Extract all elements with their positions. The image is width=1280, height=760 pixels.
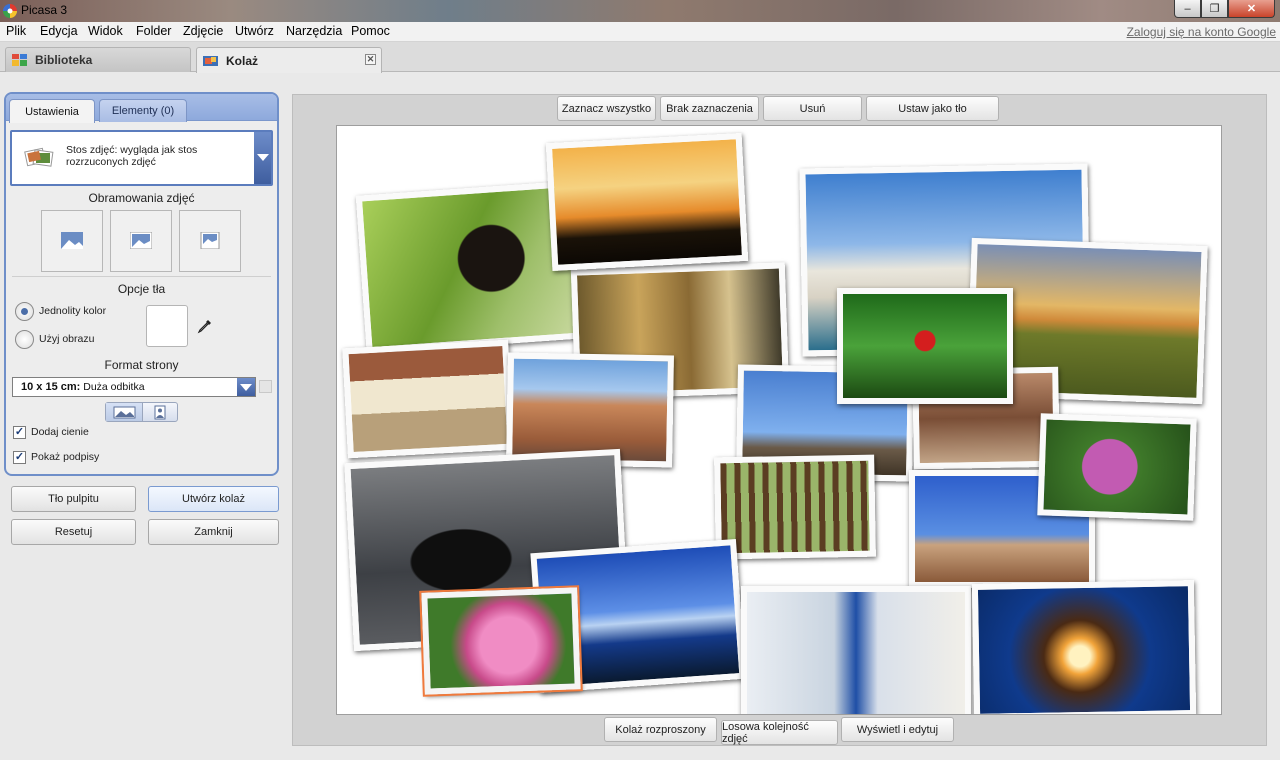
google-login-link[interactable]: Zaloguj się na konto Google bbox=[1127, 25, 1276, 39]
picasa-logo-icon bbox=[3, 4, 17, 18]
menu-picture[interactable]: Zdjęcie bbox=[183, 24, 223, 38]
reset-button[interactable]: Resetuj bbox=[11, 519, 136, 545]
window-title: Picasa 3 bbox=[21, 3, 68, 17]
format-name: Duża odbitka bbox=[83, 381, 145, 393]
show-captions-label: Pokaż podpisy bbox=[31, 451, 100, 463]
format-size: 10 x 15 cm: bbox=[21, 381, 81, 393]
photo-blue-lantern[interactable] bbox=[741, 586, 971, 714]
radio-use-image[interactable] bbox=[15, 330, 34, 349]
tab-library[interactable]: Biblioteka bbox=[5, 47, 191, 72]
tab-elements[interactable]: Elementy (0) bbox=[99, 99, 187, 122]
tab-collage-label: Kolaż bbox=[226, 53, 259, 68]
landscape-button[interactable] bbox=[106, 403, 143, 421]
collage-settings-panel: Ustawienia Elementy (0) Stos zdjęć: wygl… bbox=[4, 92, 279, 476]
menu-help[interactable]: Pomoc bbox=[351, 24, 390, 38]
menu-tools[interactable]: Narzędzia bbox=[286, 24, 342, 38]
menu-view[interactable]: Widok bbox=[88, 24, 123, 38]
set-as-background-button[interactable]: Ustaw jako tło bbox=[866, 96, 999, 121]
menu-folder[interactable]: Folder bbox=[136, 24, 171, 38]
remove-button[interactable]: Usuń bbox=[763, 96, 862, 121]
format-options-icon[interactable] bbox=[259, 380, 272, 393]
menu-file[interactable]: Plik bbox=[6, 24, 26, 38]
photo-red-berries[interactable] bbox=[837, 288, 1013, 404]
maximize-button[interactable]: ❐ bbox=[1201, 0, 1228, 18]
eyedropper-icon[interactable] bbox=[197, 318, 213, 334]
collage-style-value: Stos zdjęć: wygląda jak stos rozrzuconyc… bbox=[66, 144, 198, 168]
menu-edit[interactable]: Edycja bbox=[40, 24, 78, 38]
photo-hydrangea-purple[interactable] bbox=[1037, 413, 1197, 521]
radio-solid-color-label: Jednolity kolor bbox=[39, 305, 107, 317]
app-tabs: Biblioteka Kolaż ✕ bbox=[0, 42, 1280, 73]
chevron-down-icon[interactable] bbox=[254, 132, 271, 184]
tab-library-label: Biblioteka bbox=[35, 53, 93, 67]
background-color-swatch[interactable] bbox=[146, 305, 188, 347]
radio-use-image-label: Użyj obrazu bbox=[39, 333, 95, 345]
panel-tab-bar: Ustawienia Elementy (0) bbox=[6, 94, 277, 123]
photo-pile-icon bbox=[24, 147, 54, 167]
tab-settings[interactable]: Ustawienia bbox=[9, 99, 95, 123]
shuffle-photos-button[interactable]: Losowa kolejność zdjęć bbox=[721, 720, 838, 745]
borders-title: Obramowania zdjęć bbox=[88, 191, 195, 205]
close-tab-icon[interactable]: ✕ bbox=[365, 54, 376, 65]
page-format-dropdown[interactable]: 10 x 15 cm: Duża odbitka bbox=[12, 377, 256, 397]
close-window-button[interactable]: ✕ bbox=[1228, 0, 1275, 18]
page-format-title: Format strony bbox=[104, 358, 179, 372]
border-option-none[interactable] bbox=[41, 210, 103, 272]
picture-icon bbox=[61, 232, 83, 249]
desktop-background-button[interactable]: Tło pulpitu bbox=[11, 486, 136, 512]
collage-canvas[interactable] bbox=[336, 125, 1222, 715]
picture-icon bbox=[200, 232, 220, 249]
radio-solid-color[interactable] bbox=[15, 302, 34, 321]
view-and-edit-button[interactable]: Wyświetl i edytuj bbox=[841, 717, 954, 742]
photo-birch-forest[interactable] bbox=[714, 454, 876, 560]
border-option-polaroid[interactable] bbox=[179, 210, 241, 272]
menu-create[interactable]: Utwórz bbox=[235, 24, 274, 38]
minimize-button[interactable]: – bbox=[1174, 0, 1201, 18]
portrait-button[interactable] bbox=[143, 403, 177, 421]
landscape-icon bbox=[113, 406, 136, 419]
add-shadows-label: Dodaj cienie bbox=[31, 426, 89, 438]
photo-sunset-silhouette[interactable] bbox=[545, 132, 749, 272]
chevron-down-icon[interactable] bbox=[237, 378, 255, 396]
scattered-collage-button[interactable]: Kolaż rozproszony bbox=[604, 717, 717, 742]
menu-bar: Plik Edycja Widok Folder Zdjęcie Utwórz … bbox=[0, 22, 1280, 42]
show-captions-checkbox[interactable]: ✓ bbox=[13, 451, 26, 464]
divider bbox=[12, 276, 271, 277]
photo-pink-flowers[interactable] bbox=[419, 585, 583, 697]
page-format-value: 10 x 15 cm: Duża odbitka bbox=[21, 381, 145, 393]
close-button[interactable]: Zamknij bbox=[148, 519, 279, 545]
orientation-toggle bbox=[105, 402, 178, 422]
collage-icon bbox=[203, 55, 218, 66]
title-bar: Picasa 3 – ❐ ✕ bbox=[0, 0, 1280, 22]
collage-style-dropdown[interactable]: Stos zdjęć: wygląda jak stos rozrzuconyc… bbox=[10, 130, 273, 186]
select-none-button[interactable]: Brak zaznaczenia bbox=[660, 96, 759, 121]
picture-icon bbox=[130, 232, 152, 249]
background-options-title: Opcje tła bbox=[117, 282, 166, 296]
create-collage-button[interactable]: Utwórz kolaż bbox=[148, 486, 279, 512]
border-option-white[interactable] bbox=[110, 210, 172, 272]
add-shadows-checkbox[interactable]: ✓ bbox=[13, 426, 26, 439]
photo-village-street[interactable] bbox=[342, 339, 514, 459]
select-all-button[interactable]: Zaznacz wszystko bbox=[557, 96, 656, 121]
photo-sun-window[interactable] bbox=[971, 580, 1197, 714]
library-grid-icon bbox=[12, 54, 27, 66]
tab-collage[interactable]: Kolaż ✕ bbox=[196, 47, 382, 73]
portrait-icon bbox=[154, 405, 166, 420]
